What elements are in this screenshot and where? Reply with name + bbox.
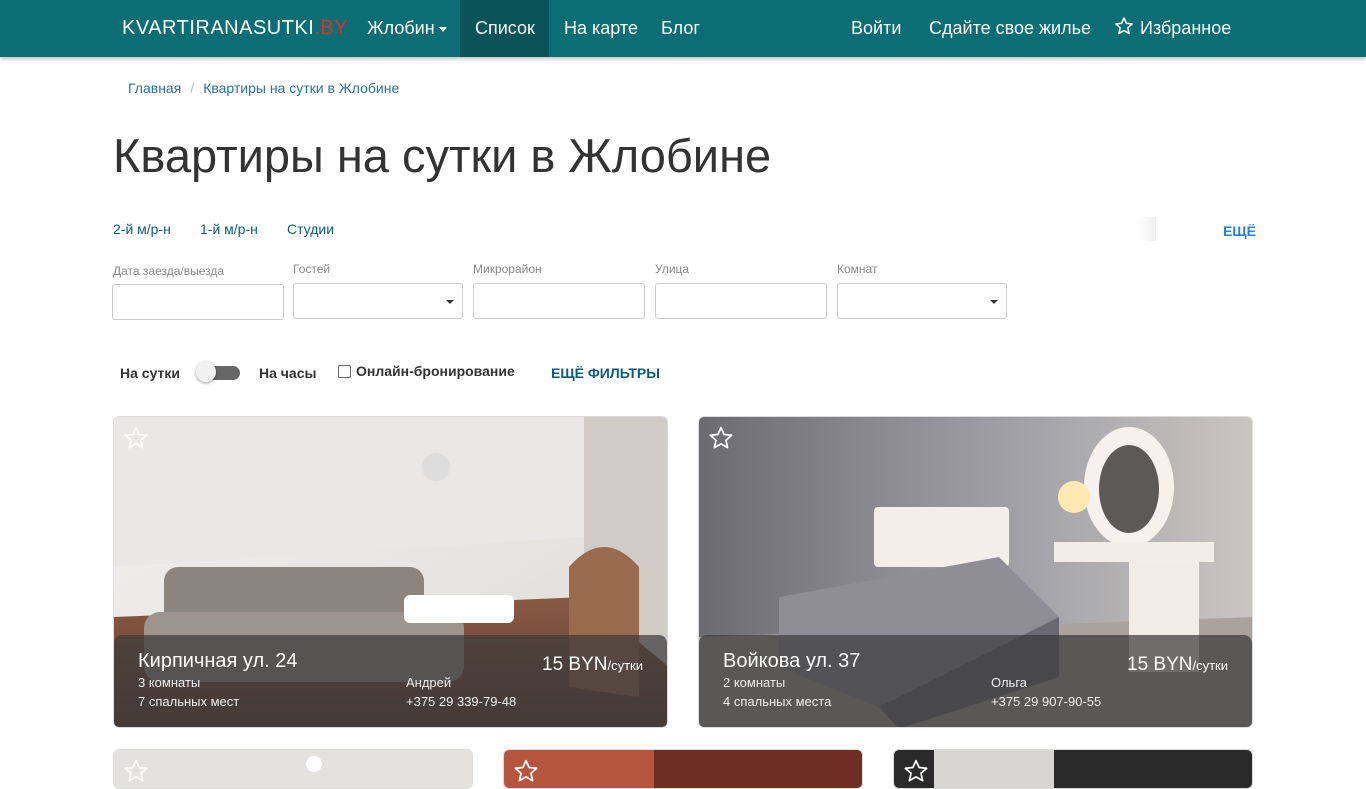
listing-rooms: 2 комнаты bbox=[723, 675, 786, 690]
street-label: Улица bbox=[655, 262, 690, 276]
chevron-down-icon bbox=[990, 300, 998, 304]
listing-phone[interactable]: +375 29 907-90-55 bbox=[991, 694, 1101, 709]
guests-label: Гостей bbox=[293, 262, 331, 276]
breadcrumb: Главная / Квартиры на сутки в Жлобине bbox=[128, 80, 399, 96]
nav-map[interactable]: На карте bbox=[549, 0, 653, 57]
listing-photo bbox=[114, 750, 472, 788]
listing-photo bbox=[504, 750, 862, 788]
chevron-down-icon bbox=[446, 300, 454, 304]
per-day-label: На сутки bbox=[120, 365, 180, 381]
online-booking-checkbox[interactable] bbox=[338, 365, 351, 378]
nav-blog[interactable]: Блог bbox=[646, 0, 715, 57]
guests-select[interactable] bbox=[293, 283, 463, 319]
listing-info-panel: Кирпичная ул. 24 3 комнаты 7 спальных ме… bbox=[114, 635, 667, 727]
listing-owner: Андрей bbox=[406, 675, 452, 690]
rent-out-link[interactable]: Сдайте свое жилье bbox=[914, 0, 1106, 57]
city-dropdown-label: Жлобин bbox=[367, 18, 435, 38]
quick-links-more[interactable]: ЕЩЁ bbox=[1223, 223, 1256, 239]
listing-card[interactable] bbox=[113, 749, 473, 789]
favorite-star-icon[interactable] bbox=[903, 758, 929, 784]
breadcrumb-separator: / bbox=[190, 80, 195, 96]
scroll-fade bbox=[1138, 217, 1156, 241]
listing-price: 15 BYN/сутки bbox=[542, 654, 643, 675]
dates-input[interactable] bbox=[112, 284, 284, 320]
rooms-label: Комнат bbox=[837, 262, 878, 276]
rooms-select[interactable] bbox=[837, 283, 1007, 319]
site-logo[interactable]: KVARTIRANASUTKI.BY bbox=[122, 17, 348, 40]
favorite-star-icon[interactable] bbox=[123, 758, 149, 784]
favorites-label: Избранное bbox=[1140, 18, 1232, 38]
page-title: Квартиры на сутки в Жлобине bbox=[113, 129, 772, 182]
listing-card[interactable]: Войкова ул. 37 2 комнаты 4 спальных мест… bbox=[698, 416, 1253, 728]
per-hour-label: На часы bbox=[259, 365, 317, 381]
chevron-down-icon bbox=[438, 26, 447, 32]
city-dropdown[interactable]: Жлобин bbox=[352, 0, 462, 57]
favorites-link[interactable]: Избранное bbox=[1099, 0, 1246, 57]
star-icon bbox=[1115, 17, 1133, 35]
listing-card[interactable] bbox=[893, 749, 1253, 789]
listing-info-panel: Войкова ул. 37 2 комнаты 4 спальных мест… bbox=[699, 635, 1252, 727]
listing-beds: 4 спальных места bbox=[723, 694, 832, 709]
favorite-star-icon[interactable] bbox=[708, 425, 734, 451]
rent-period-toggle[interactable] bbox=[196, 362, 240, 382]
favorite-star-icon[interactable] bbox=[513, 758, 539, 784]
favorite-star-icon[interactable] bbox=[123, 425, 149, 451]
listing-phone[interactable]: +375 29 339-79-48 bbox=[406, 694, 516, 709]
dates-label: Дата заезда/выезда bbox=[113, 264, 225, 278]
top-navbar: KVARTIRANASUTKI.BY Жлобин Список На карт… bbox=[0, 0, 1366, 57]
street-input[interactable] bbox=[655, 283, 827, 319]
quick-link-district-2[interactable]: 2-й м/р-н bbox=[113, 221, 171, 237]
quick-link-district-1[interactable]: 1-й м/р-н bbox=[200, 221, 258, 237]
breadcrumb-home[interactable]: Главная bbox=[128, 80, 181, 96]
toggle-knob bbox=[196, 362, 216, 382]
nav-list[interactable]: Список bbox=[460, 0, 549, 57]
listing-address[interactable]: Войкова ул. 37 bbox=[723, 650, 860, 673]
listing-address[interactable]: Кирпичная ул. 24 bbox=[138, 650, 298, 673]
login-link[interactable]: Войти bbox=[836, 0, 916, 57]
listing-rooms: 3 комнаты bbox=[138, 675, 201, 690]
online-booking-label[interactable]: Онлайн-бронирование bbox=[356, 363, 515, 379]
district-label: Микрорайон bbox=[473, 262, 542, 276]
quick-link-studios[interactable]: Студии bbox=[287, 221, 334, 237]
listing-card[interactable] bbox=[503, 749, 863, 789]
listing-owner: Ольга bbox=[991, 675, 1028, 690]
listing-card[interactable]: Кирпичная ул. 24 3 комнаты 7 спальных ме… bbox=[113, 416, 668, 728]
listing-price: 15 BYN/сутки bbox=[1127, 654, 1228, 675]
listing-photo bbox=[894, 750, 1252, 788]
listing-beds: 7 спальных мест bbox=[138, 694, 240, 709]
district-input[interactable] bbox=[473, 283, 645, 319]
more-filters-button[interactable]: ЕЩЁ ФИЛЬТРЫ bbox=[551, 365, 660, 381]
breadcrumb-current[interactable]: Квартиры на сутки в Жлобине bbox=[203, 80, 399, 96]
